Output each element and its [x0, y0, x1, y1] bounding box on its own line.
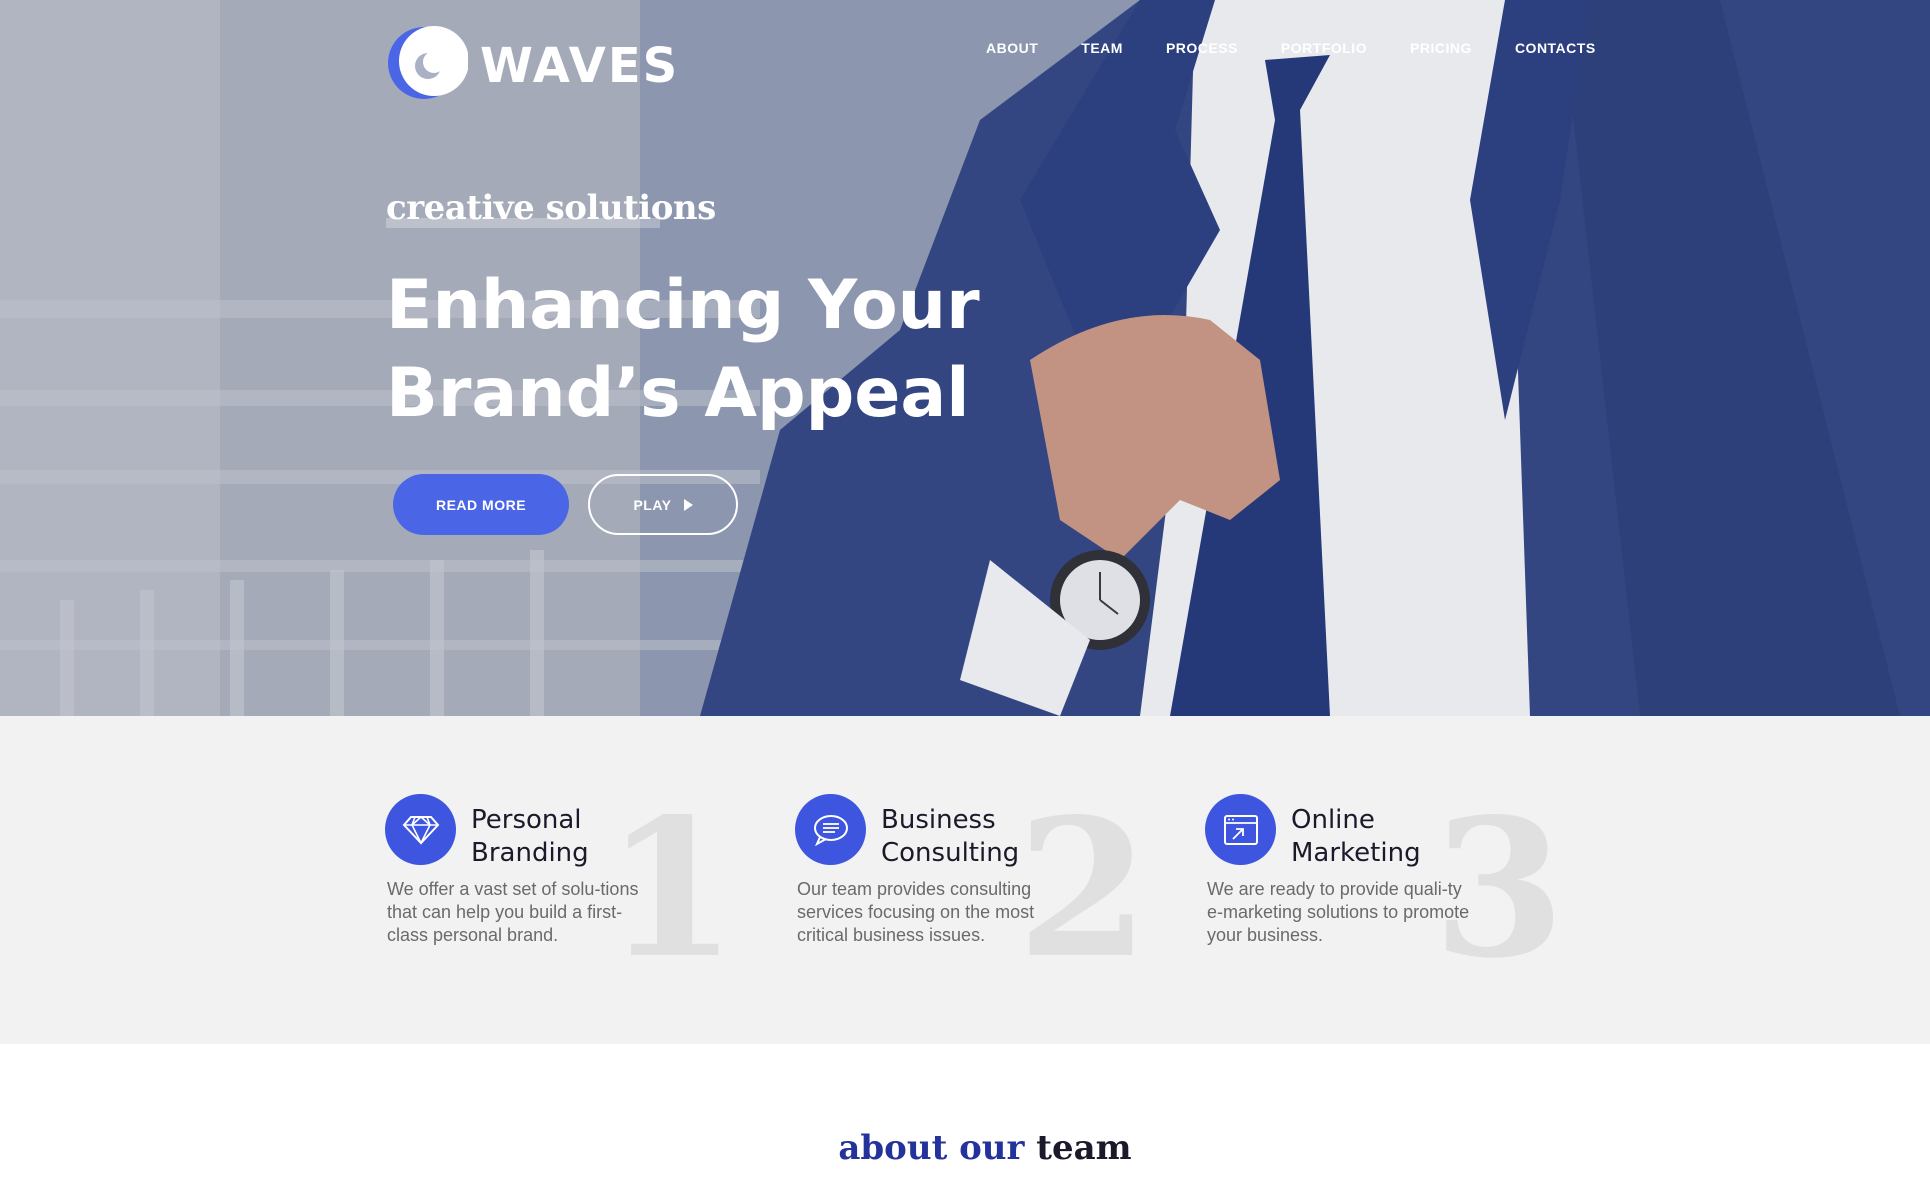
nav-item-portfolio[interactable]: PORTFOLIO — [1281, 40, 1367, 56]
feature-online-marketing: 3 Online Marketing We are ready to provi… — [1205, 794, 1565, 984]
feature-title: Business Consulting — [881, 804, 1101, 870]
nav-item-pricing[interactable]: PRICING — [1410, 40, 1472, 56]
nav-item-contacts[interactable]: CONTACTS — [1515, 40, 1596, 56]
about-title-part1: about our — [838, 1128, 1025, 1168]
brand-name: WAVES — [480, 38, 680, 94]
feature-description: We offer a vast set of solu-tions that c… — [387, 879, 639, 945]
feature-title: Online Marketing — [1291, 804, 1511, 870]
crescent-wave-logo-icon — [388, 26, 468, 99]
about-title-part2: team — [1036, 1128, 1132, 1168]
read-more-button[interactable]: READ MORE — [393, 474, 569, 535]
chat-bubble-icon — [795, 794, 866, 865]
feature-title-line2: Marketing — [1291, 838, 1421, 868]
features-section: 1 Personal Branding We offer a vast set … — [0, 716, 1930, 1044]
feature-title-line2: Consulting — [881, 838, 1020, 868]
headline-line-1: Enhancing Your — [386, 266, 980, 345]
nav-item-about[interactable]: ABOUT — [986, 40, 1038, 56]
browser-window-icon — [1205, 794, 1276, 865]
feature-title-line2: Branding — [471, 838, 589, 868]
diamond-icon — [385, 794, 456, 865]
nav-item-process[interactable]: PROCESS — [1166, 40, 1238, 56]
hero-eyebrow: creative solutions — [386, 188, 716, 228]
about-team-heading: about our team — [0, 1128, 1930, 1168]
feature-description: We are ready to provide quali-ty e-marke… — [1207, 879, 1470, 945]
feature-title-line1: Personal — [471, 805, 582, 835]
feature-title-line1: Online — [1291, 805, 1375, 835]
headline-line-2: Brand’s Appeal — [386, 354, 970, 433]
feature-title-line1: Business — [881, 805, 996, 835]
nav-item-team[interactable]: TEAM — [1081, 40, 1123, 56]
main-nav: ABOUT TEAM PROCESS PORTFOLIO PRICING CON… — [986, 40, 1639, 56]
hero-headline: Enhancing Your Brand’s Appeal — [386, 262, 1086, 438]
feature-personal-branding: 1 Personal Branding We offer a vast set … — [385, 794, 745, 984]
play-button-label: PLAY — [633, 496, 672, 513]
feature-title: Personal Branding — [471, 804, 691, 870]
feature-description: Our team provides consulting services fo… — [797, 879, 1035, 945]
hero-section: WAVES ABOUT TEAM PROCESS PORTFOLIO PRICI… — [0, 0, 1930, 716]
play-button[interactable]: PLAY — [588, 474, 738, 535]
brand-logo[interactable]: WAVES — [384, 24, 684, 104]
play-icon — [683, 498, 693, 511]
feature-business-consulting: 2 Business Consulting Our team provides … — [795, 794, 1155, 984]
